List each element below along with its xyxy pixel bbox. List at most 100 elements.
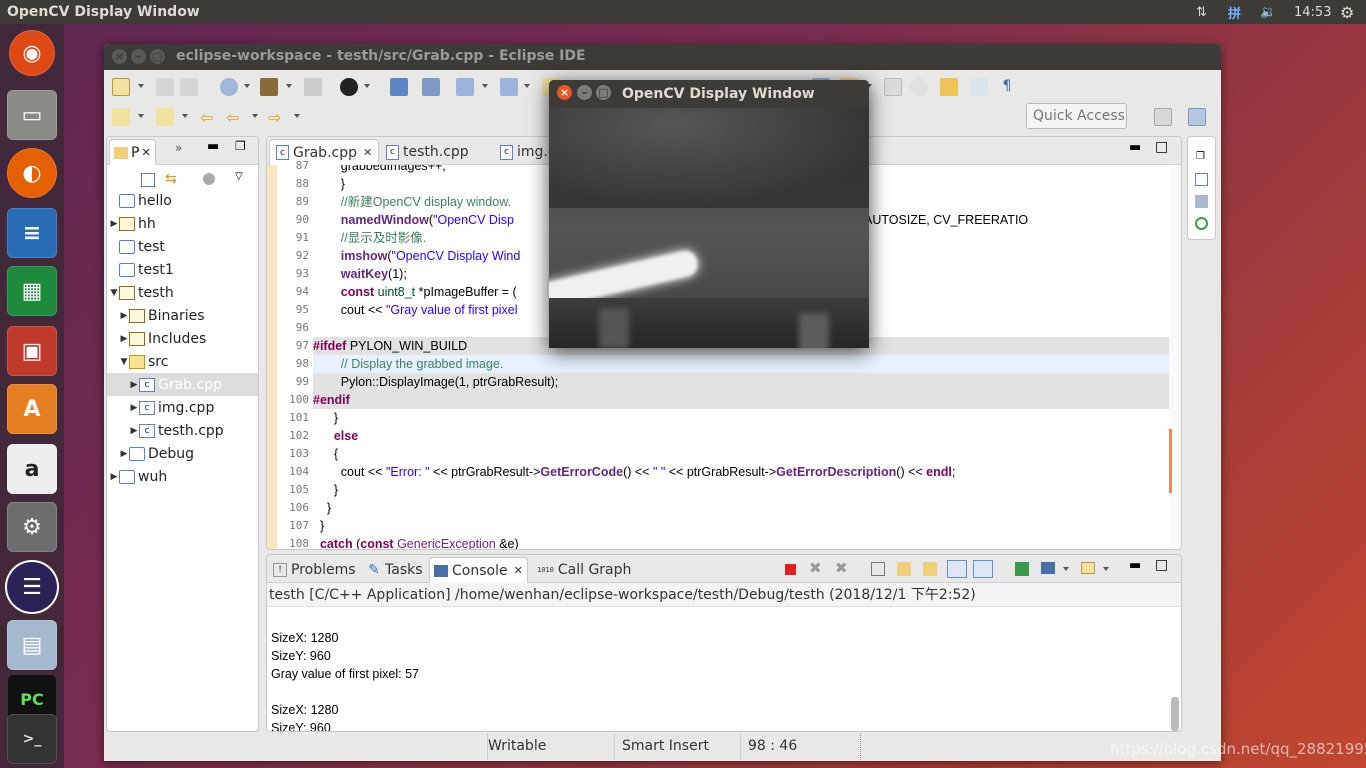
tree-item-hello[interactable]: hello <box>107 189 258 212</box>
tab-grab-cpp[interactable]: c Grab.cpp ✕ <box>269 139 380 165</box>
software-center-icon[interactable]: A <box>7 384 57 434</box>
minimize-view-icon[interactable]: ▬ <box>1129 558 1141 573</box>
maximize-window-button[interactable]: □ <box>150 49 165 64</box>
expand-arrow-icon[interactable]: ▶ <box>129 380 139 390</box>
volume-icon[interactable]: 🔉 <box>1260 0 1276 24</box>
minimize-window-button[interactable]: – <box>577 85 592 100</box>
cpp-perspective-icon[interactable] <box>1188 108 1206 126</box>
pin-console-icon[interactable] <box>1015 562 1029 576</box>
eclipse-icon[interactable]: ☰ <box>7 562 57 612</box>
make-target-icon[interactable] <box>1195 217 1208 230</box>
tree-item-debug[interactable]: ▶ Debug <box>107 442 258 465</box>
minimize-window-button[interactable]: – <box>131 49 146 64</box>
tree-item-test[interactable]: test <box>107 235 258 258</box>
maximize-window-button[interactable]: □ <box>596 85 611 100</box>
open-perspective-icon[interactable] <box>1154 108 1172 126</box>
terminal-icon[interactable]: >_ <box>7 714 57 764</box>
maximize-view-icon[interactable]: □ <box>1155 139 1168 155</box>
minimize-view-icon[interactable]: ▬ <box>207 139 219 154</box>
new-icon[interactable] <box>112 78 130 96</box>
writer-icon[interactable]: ≡ <box>7 208 57 258</box>
build-config-icon[interactable] <box>220 78 238 96</box>
console-scrollbar[interactable] <box>1171 697 1179 731</box>
amazon-icon[interactable]: a <box>7 444 57 494</box>
clock[interactable]: 14:53 <box>1294 0 1331 24</box>
minimize-view-icon[interactable]: ▬ <box>1129 140 1141 155</box>
view-menu-icon[interactable]: ▽ <box>235 171 243 182</box>
installer-icon[interactable]: ▤ <box>7 620 57 670</box>
expand-arrow-icon[interactable]: ▶ <box>129 403 139 413</box>
expand-arrow-icon[interactable]: ▶ <box>119 311 129 321</box>
forward-icon[interactable]: ⇨ <box>268 108 286 127</box>
expand-arrow-icon[interactable]: ▶ <box>119 334 129 344</box>
calc-icon[interactable]: ▦ <box>7 266 57 316</box>
impress-icon[interactable]: ▣ <box>7 326 57 376</box>
network-icon[interactable]: ⇅ <box>1196 0 1207 24</box>
show-on-stderr-icon[interactable] <box>973 560 993 578</box>
word-wrap-icon[interactable] <box>910 78 928 96</box>
include-browser-icon[interactable] <box>1195 195 1208 208</box>
open-console-icon[interactable] <box>1081 562 1095 574</box>
filter-icon[interactable] <box>203 173 215 185</box>
more-views-icon[interactable]: » <box>175 141 182 155</box>
tab-testh-cpp[interactable]: c testh.cpp <box>379 139 476 165</box>
overview-ruler[interactable] <box>1169 165 1181 549</box>
input-method-indicator[interactable]: 拼 <box>1228 0 1241 24</box>
close-icon[interactable]: ✕ <box>141 146 150 159</box>
quick-access-input[interactable] <box>1026 103 1127 129</box>
expand-arrow-icon[interactable]: ▼ <box>119 357 129 367</box>
clear-console-icon[interactable] <box>871 562 885 576</box>
terminate-icon[interactable] <box>785 564 796 575</box>
tree-item-binaries[interactable]: ▶ Binaries <box>107 304 258 327</box>
next-annotation-icon[interactable] <box>112 108 130 126</box>
terminal-view-icon[interactable] <box>390 78 408 96</box>
word-wrap-icon[interactable] <box>923 562 937 576</box>
save-all-icon[interactable] <box>180 78 198 96</box>
ubuntu-dash-icon[interactable]: ◉ <box>9 30 55 76</box>
build-hammer-icon[interactable] <box>260 78 278 96</box>
prev-annotation-icon[interactable] <box>156 108 174 126</box>
tab-tasks[interactable]: ✎ Tasks <box>363 557 427 583</box>
pin-icon[interactable] <box>422 78 440 96</box>
expand-arrow-icon[interactable]: ▶ <box>109 472 119 482</box>
expand-arrow-icon[interactable]: ▶ <box>109 219 119 229</box>
debug-icon[interactable] <box>340 78 358 96</box>
maximize-view-icon[interactable]: □ <box>1155 557 1168 573</box>
close-window-button[interactable]: × <box>557 85 572 100</box>
close-icon[interactable]: ✕ <box>363 146 372 159</box>
tree-item-testh[interactable]: ▼ testh <box>107 281 258 304</box>
restore-icon[interactable]: ❐ <box>1196 151 1205 162</box>
close-icon[interactable]: ✕ <box>514 564 523 577</box>
tree-item-img-cpp[interactable]: ▶ c img.cpp <box>107 396 258 419</box>
close-window-button[interactable]: × <box>112 49 127 64</box>
expand-arrow-icon[interactable]: ▼ <box>109 288 119 298</box>
back-icon[interactable]: ⇦ <box>226 108 244 127</box>
tab-project-explorer[interactable]: P ✕ <box>109 139 156 165</box>
annotation-icon[interactable] <box>940 78 958 96</box>
tree-item-hh[interactable]: ▶ hh <box>107 212 258 235</box>
tree-item-test1[interactable]: test1 <box>107 258 258 281</box>
tree-item-src[interactable]: ▼ src <box>107 350 258 373</box>
remove-all-launches-icon[interactable]: ✖ <box>835 559 848 577</box>
outline-icon[interactable] <box>1195 173 1208 186</box>
maximize-view-icon[interactable]: ❐ <box>235 139 246 153</box>
show-on-stdout-icon[interactable] <box>947 560 967 578</box>
whitespace-icon[interactable]: ¶ <box>998 78 1016 96</box>
new-class-icon[interactable] <box>456 78 474 96</box>
mark-occurrences-icon[interactable] <box>884 78 902 96</box>
system-settings-icon[interactable]: ⚙ <box>7 502 57 552</box>
tree-item-includes[interactable]: ▶ Includes <box>107 327 258 350</box>
collapse-all-icon[interactable] <box>141 173 155 187</box>
tree-item-wuh[interactable]: ▶ wuh <box>107 465 258 488</box>
tree-item-grab-cpp[interactable]: ▶ c Grab.cpp <box>107 373 258 396</box>
tab-call-graph[interactable]: 1010 Call Graph <box>533 557 635 583</box>
scroll-lock-icon[interactable] <box>897 562 911 576</box>
last-edit-icon[interactable]: ⇦ <box>200 108 218 127</box>
link-editor-icon[interactable]: ⇆ <box>165 171 177 187</box>
files-icon[interactable]: ▭ <box>7 90 57 140</box>
binary-icon[interactable] <box>304 78 322 96</box>
settings-gear-icon[interactable]: ⚙ <box>1340 0 1354 24</box>
display-console-icon[interactable] <box>1041 562 1055 574</box>
search-icon[interactable] <box>500 78 518 96</box>
remove-launch-icon[interactable]: ✖ <box>809 559 822 577</box>
